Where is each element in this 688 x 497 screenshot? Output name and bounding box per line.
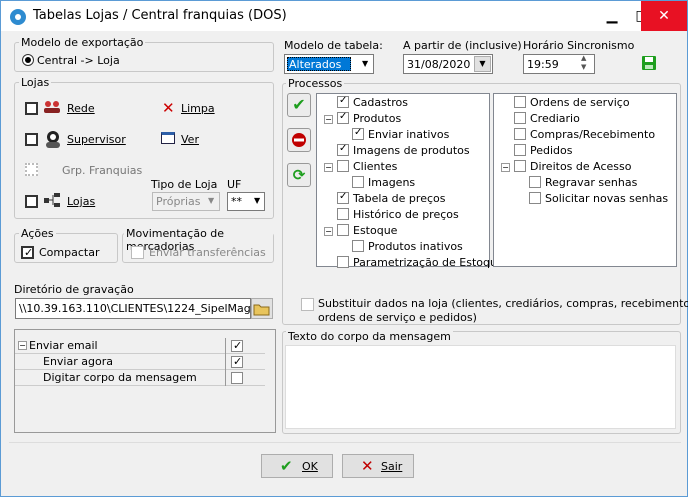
substituir-line2: ordens de serviço e pedidos) (318, 311, 477, 324)
spin-up-icon[interactable]: ▲ (581, 54, 586, 62)
lojas-checkbox[interactable] (25, 195, 38, 208)
diretorio-label: Diretório de gravação (14, 283, 134, 296)
email-options-grid: − Enviar email Enviar agora Digitar corp… (14, 329, 276, 433)
enviar-transferencias-label: Enviar transferências (149, 246, 266, 259)
network-people-icon (43, 99, 61, 115)
export-model-label: Modelo de exportação (19, 36, 146, 49)
email-row-enviar-email[interactable]: − Enviar email (15, 338, 265, 354)
digitar-corpo-label: Digitar corpo da mensagem (43, 371, 197, 384)
substituir-line1: Substituir dados na loja (clientes, cred… (318, 297, 688, 310)
calendar-dropdown-icon[interactable]: ▼ (474, 56, 491, 72)
view-window-icon[interactable] (161, 132, 175, 144)
collapse-icon[interactable]: − (18, 341, 27, 350)
collapse-icon[interactable]: − (324, 115, 333, 124)
limpa-button[interactable]: Limpa (181, 102, 215, 115)
digitar-corpo-checkbox[interactable] (231, 372, 243, 384)
export-model-group: Modelo de exportação Central -> Loja (14, 36, 274, 72)
window-title: Tabelas Lojas / Central franquias (DOS) (33, 8, 287, 23)
processos-tree-left[interactable]: Cadastros − Produtos Enviar inativos Ima… (316, 93, 504, 269)
compactar-checkbox[interactable] (21, 246, 34, 259)
substituir-checkbox[interactable] (301, 298, 314, 311)
diretorio-value: \\10.39.163.110\CLIENTES\1224_SipelMagaz… (19, 302, 251, 315)
grp-franquias-checkbox[interactable] (25, 163, 38, 176)
chevron-down-icon: ▼ (362, 59, 369, 68)
chevron-down-icon: ▼ (254, 196, 261, 205)
acoes-label: Ações (19, 227, 56, 240)
horario-value: 19:59 (527, 58, 559, 71)
uf-value: ** (231, 195, 242, 208)
a-partir-date-input[interactable]: 31/08/2020 ▼ (403, 54, 493, 74)
movimentacao-group: Movimentação de mercadorias Enviar trans… (122, 227, 274, 263)
acoes-group: Ações Compactar (14, 227, 118, 263)
email-row-enviar-agora[interactable]: Enviar agora (15, 354, 265, 370)
uf-select[interactable]: ** ▼ (227, 192, 265, 211)
grp-franquias-label[interactable]: Grp. Franquias (62, 164, 142, 177)
processos-tree-right[interactable]: Ordens de serviço Crediario Compras/Rece… (493, 93, 677, 267)
collapse-icon[interactable]: − (324, 227, 333, 236)
processos-group: Processos ✔ ⟳ Cadastros − Produtos Envia… (282, 77, 688, 325)
enviar-email-label: Enviar email (29, 339, 98, 352)
collapse-icon[interactable]: − (501, 163, 510, 172)
central-loja-radio[interactable] (22, 54, 34, 66)
rede-label[interactable]: Rede (67, 102, 95, 115)
dialog-body: Modelo de exportação Central -> Loja Loj… (9, 32, 688, 490)
enviar-agora-checkbox[interactable] (231, 355, 243, 368)
modelo-tabela-label: Modelo de tabela: (284, 39, 383, 52)
close-x-icon: ✕ (361, 457, 374, 475)
supervisor-label[interactable]: Supervisor (67, 133, 126, 146)
enviar-email-checkbox[interactable] (231, 339, 243, 352)
divider (9, 442, 681, 443)
horario-label: Horário Sincronismo (523, 39, 635, 52)
app-icon (10, 9, 26, 25)
sair-label: Sair (381, 460, 403, 473)
a-partir-value: 31/08/2020 (407, 58, 471, 71)
check-all-icon[interactable]: ✔ (287, 93, 311, 117)
chevron-down-icon: ▼ (208, 196, 215, 205)
modelo-tabela-value: Alterados (289, 58, 342, 71)
lojas-group: Lojas Rede Supervisor Grp. Franquias Loj… (14, 76, 274, 219)
save-icon[interactable] (642, 56, 656, 70)
spin-down-icon[interactable]: ▼ (581, 63, 586, 71)
enviar-transferencias-checkbox[interactable] (131, 246, 144, 259)
ok-button[interactable]: ✔ OK (261, 454, 333, 478)
collapse-icon[interactable]: − (324, 163, 333, 172)
ok-label: OK (302, 460, 318, 473)
main-window: Tabelas Lojas / Central franquias (DOS) … (0, 0, 688, 497)
supervisor-checkbox[interactable] (25, 133, 38, 146)
title-bar[interactable]: Tabelas Lojas / Central franquias (DOS) … (1, 1, 687, 31)
lojas-label: Lojas (19, 76, 52, 89)
lojas-item-label[interactable]: Lojas (67, 195, 95, 208)
enviar-agora-label: Enviar agora (43, 355, 113, 368)
mensagem-group: Texto do corpo da mensagem (282, 330, 681, 434)
folder-open-icon[interactable] (251, 298, 273, 319)
email-grid-rows: − Enviar email Enviar agora Digitar corp… (15, 338, 265, 386)
tipo-loja-select[interactable]: Próprias ▼ (152, 192, 220, 211)
uncheck-all-icon[interactable] (287, 128, 311, 152)
sair-button[interactable]: ✕ Sair (342, 454, 414, 478)
a-partir-label: A partir de (inclusive) (403, 39, 522, 52)
diretorio-input[interactable]: \\10.39.163.110\CLIENTES\1224_SipelMagaz… (15, 298, 251, 319)
tipo-loja-value: Próprias (156, 195, 201, 208)
central-loja-label: Central -> Loja (37, 54, 120, 67)
rede-checkbox[interactable] (25, 102, 38, 115)
clear-x-icon[interactable]: ✕ (162, 99, 175, 117)
refresh-icon[interactable]: ⟳ (287, 163, 311, 187)
compactar-label: Compactar (39, 246, 100, 259)
horario-input[interactable]: 19:59 ▲ ▼ (523, 54, 595, 74)
tipo-loja-label: Tipo de Loja (151, 178, 218, 191)
supervisor-icon (43, 129, 63, 149)
mensagem-label: Texto do corpo da mensagem (286, 330, 453, 343)
email-row-digitar-corpo[interactable]: Digitar corpo da mensagem (15, 370, 265, 386)
close-button[interactable]: ✕ (641, 1, 687, 31)
store-tree-icon (43, 192, 63, 208)
mensagem-textarea[interactable] (285, 345, 676, 429)
modelo-tabela-select[interactable]: Alterados ▼ (284, 54, 374, 74)
minimize-button[interactable]: ▁ (597, 1, 627, 31)
uf-label: UF (227, 178, 242, 191)
check-icon: ✔ (280, 457, 293, 475)
ver-button[interactable]: Ver (181, 133, 199, 146)
processos-label: Processos (286, 77, 345, 90)
